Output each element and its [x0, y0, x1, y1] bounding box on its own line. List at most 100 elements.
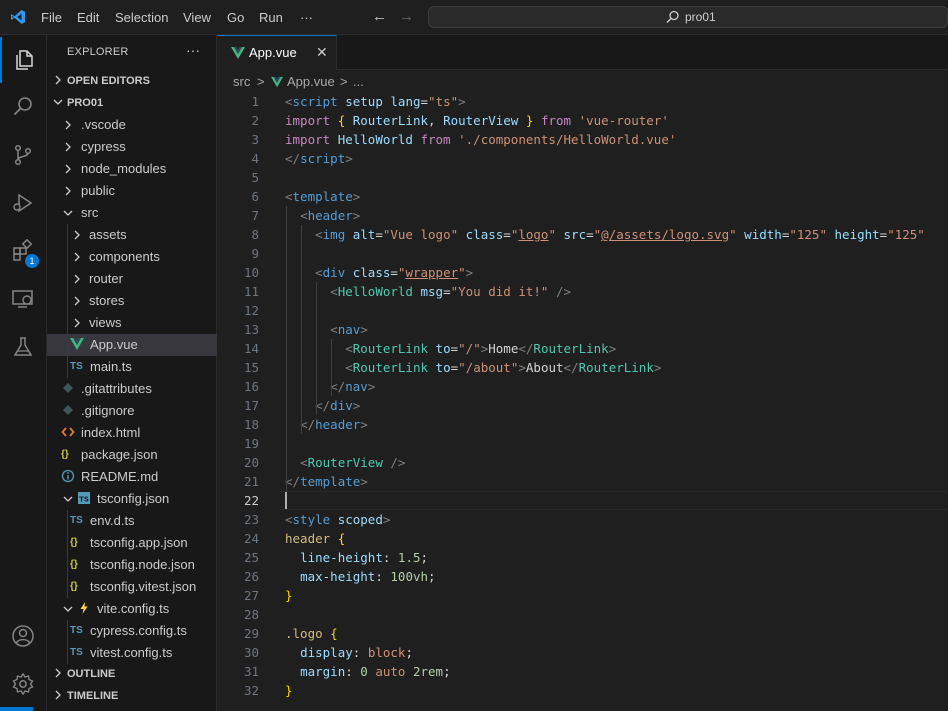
- tree-item-main-ts[interactable]: TS main.ts: [47, 356, 217, 378]
- tree-item-cypress-config-ts[interactable]: TS cypress.config.ts: [47, 620, 217, 642]
- chevron-right-icon: [65, 164, 71, 174]
- open-editors-section[interactable]: OPEN EDITORS: [47, 70, 217, 92]
- code-token: >: [352, 398, 361, 413]
- code-line: .logo {: [285, 624, 338, 643]
- outline-section[interactable]: OUTLINE: [47, 663, 217, 685]
- tab-app-vue[interactable]: App.vue ✕: [217, 35, 337, 70]
- code-token: HelloWorld: [337, 284, 413, 299]
- code-token: ;: [428, 569, 436, 584]
- tree-item-public[interactable]: public: [47, 180, 217, 202]
- command-center-search[interactable]: pro01: [428, 6, 948, 28]
- search-activity[interactable]: [0, 84, 47, 130]
- tree-item-tsconfig-json[interactable]: TS tsconfig.json: [47, 488, 217, 510]
- menu-edit[interactable]: Edit: [77, 9, 99, 27]
- explorer-sidebar: EXPLORER ··· OPEN EDITORS PRO01 .vscode c…: [47, 35, 217, 711]
- chevron-right-icon: [74, 274, 80, 284]
- tree-item-package-json[interactable]: {} package.json: [47, 444, 217, 466]
- tree-item-index-html[interactable]: index.html: [47, 422, 217, 444]
- code-token: wrapper: [405, 265, 459, 280]
- code-token: </: [285, 151, 301, 166]
- code-token: =: [450, 360, 459, 375]
- tree-item-vscode[interactable]: .vscode: [47, 114, 217, 136]
- vue-file-icon: [70, 337, 86, 353]
- tree-item-stores[interactable]: stores: [47, 290, 217, 312]
- tree-item-label: assets: [89, 227, 127, 242]
- code-token: class: [352, 265, 391, 280]
- code-token: 100vh: [390, 569, 429, 584]
- tree-item-app-vue[interactable]: App.vue: [47, 334, 217, 356]
- code-token: <: [345, 360, 353, 375]
- close-icon[interactable]: ✕: [316, 44, 328, 61]
- code-token: >: [458, 94, 466, 109]
- chevron-right-icon: [55, 668, 61, 678]
- code-token: "ts": [428, 94, 459, 109]
- tree-item-vite-config-ts[interactable]: vite.config.ts: [47, 598, 217, 620]
- run-debug-activity[interactable]: [0, 180, 47, 226]
- code-token: ;: [443, 664, 451, 679]
- tree-item-router[interactable]: router: [47, 268, 217, 290]
- vscode-logo-icon[interactable]: [10, 9, 26, 25]
- tree-item-gitignore[interactable]: .gitignore: [47, 400, 217, 422]
- code-token: RouterLink: [578, 360, 654, 375]
- menu-view[interactable]: View: [183, 9, 211, 27]
- tree-item-tsconfig-vitest-json[interactable]: {} tsconfig.vitest.json: [47, 576, 217, 598]
- tree-item-tsconfig-node-json[interactable]: {} tsconfig.node.json: [47, 554, 217, 576]
- tree-item-gitattributes[interactable]: .gitattributes: [47, 378, 217, 400]
- explorer-activity[interactable]: [0, 37, 47, 83]
- typescript-file-icon: TS: [70, 647, 83, 658]
- forward-arrow-icon[interactable]: →: [399, 8, 414, 25]
- menu-more[interactable]: ···: [300, 9, 313, 27]
- html-file-icon: [61, 425, 77, 441]
- code-token: @/assets/logo.svg: [601, 227, 730, 242]
- code-token: RouterView: [443, 113, 519, 128]
- menu-go[interactable]: Go: [227, 9, 244, 27]
- testing-activity[interactable]: [0, 324, 47, 370]
- tree-item-views[interactable]: views: [47, 312, 217, 334]
- tree-item-src[interactable]: src: [47, 202, 217, 224]
- tree-item-node-modules[interactable]: node_modules: [47, 158, 217, 180]
- code-line: <img alt="Vue logo" class="logo" src="@/…: [285, 225, 925, 244]
- project-section[interactable]: PRO01: [47, 92, 217, 114]
- code-token: ": [458, 265, 466, 280]
- breadcrumb-file[interactable]: App.vue: [287, 74, 335, 89]
- tree-item-vitest-config-ts[interactable]: TS vitest.config.ts: [47, 642, 217, 664]
- timeline-section[interactable]: TIMELINE: [47, 685, 217, 707]
- back-arrow-icon[interactable]: ←: [372, 8, 387, 25]
- menu-selection[interactable]: Selection: [115, 9, 168, 27]
- code-token: import: [285, 113, 331, 128]
- code-line: <RouterLink to="/">Home</RouterLink>: [285, 339, 616, 358]
- tree-item-tsconfig-app-json[interactable]: {} tsconfig.app.json: [47, 532, 217, 554]
- breadcrumb-folder[interactable]: src: [233, 74, 250, 89]
- more-actions-icon[interactable]: ···: [186, 42, 200, 58]
- code-editor[interactable]: 1 2 3 4 5 6 7 8 9 10 11 12 13 14 15 16 17 18 19 20 21 22 23 24 2…: [217, 92, 948, 711]
- line-number: 13: [243, 322, 259, 337]
- extensions-activity[interactable]: 1: [0, 228, 47, 274]
- source-control-activity[interactable]: [0, 132, 47, 178]
- code-token: =: [420, 94, 429, 109]
- tree-item-assets[interactable]: assets: [47, 224, 217, 246]
- code-token: RouterLink: [533, 341, 609, 356]
- code-token: msg: [420, 284, 444, 299]
- tree-item-components[interactable]: components: [47, 246, 217, 268]
- tree-item-readme-md[interactable]: README.md: [47, 466, 217, 488]
- manage-activity[interactable]: [0, 661, 47, 707]
- line-number: 21: [243, 474, 259, 489]
- tree-item-env-d-ts[interactable]: TS env.d.ts: [47, 510, 217, 532]
- menu-run[interactable]: Run: [259, 9, 283, 27]
- chevron-right-icon: [74, 252, 80, 262]
- accounts-activity[interactable]: [0, 613, 47, 659]
- menu-file[interactable]: File: [41, 9, 62, 27]
- remote-explorer-activity[interactable]: [0, 276, 47, 322]
- account-icon: [12, 625, 34, 647]
- code-token: header: [285, 531, 331, 546]
- sidebar-title: EXPLORER: [67, 46, 129, 58]
- code-token: line-height: [300, 550, 383, 565]
- tree-item-cypress[interactable]: cypress: [47, 136, 217, 158]
- code-token: RouterLink: [352, 113, 429, 128]
- breadcrumb-symbol[interactable]: ...: [353, 74, 364, 89]
